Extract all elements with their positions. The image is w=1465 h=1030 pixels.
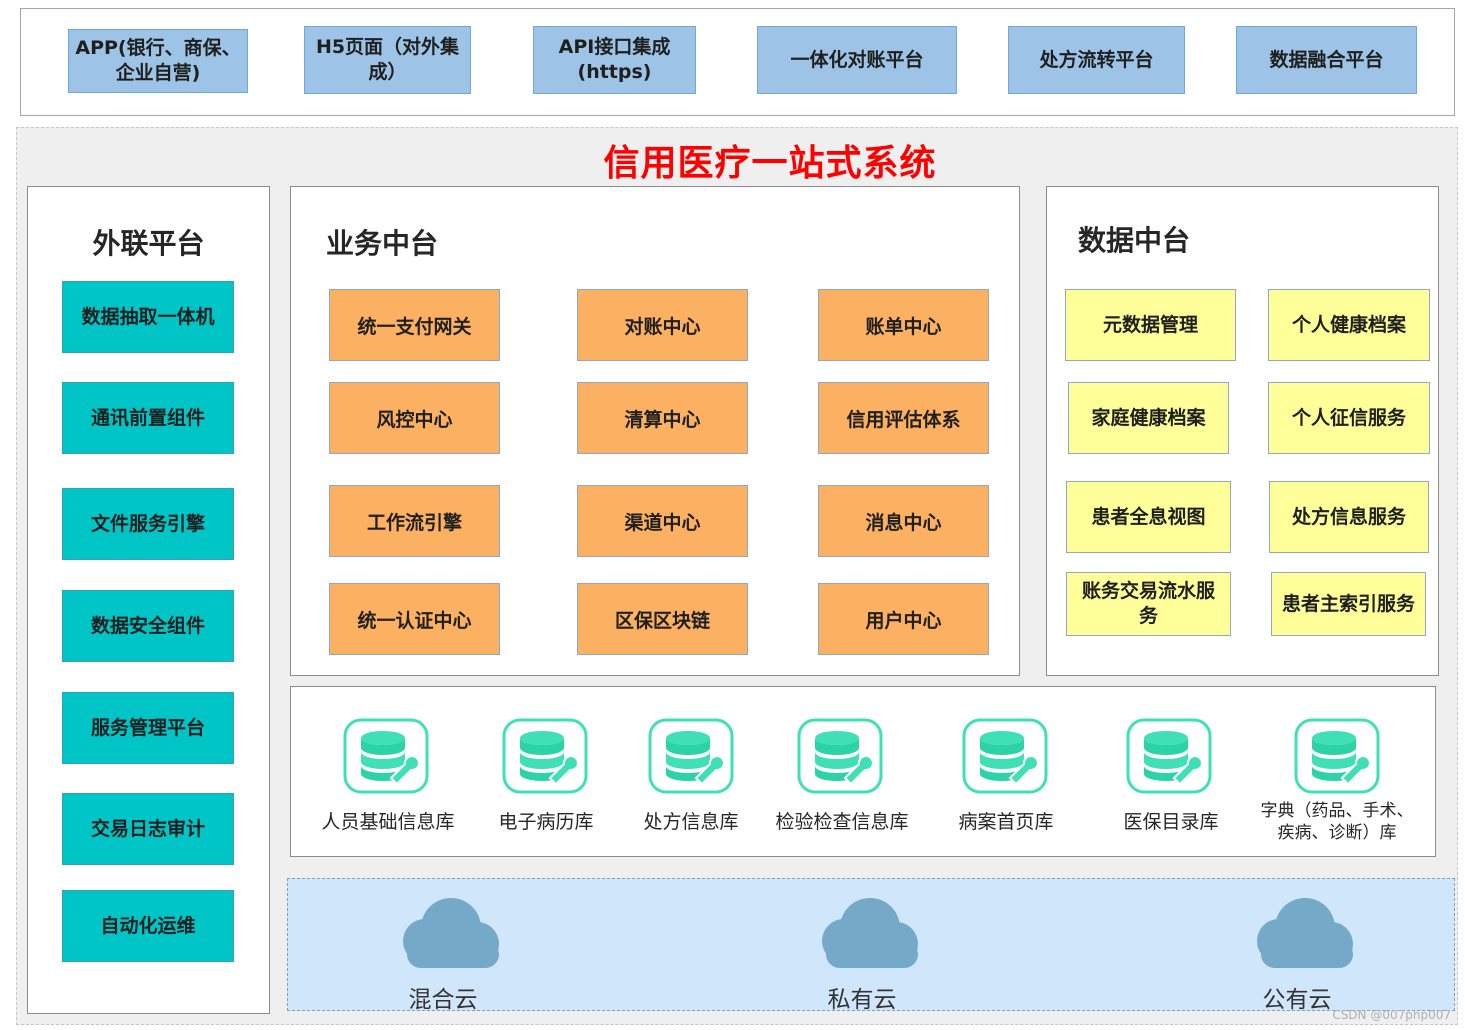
biz-item-clearing-center: 清算中心	[577, 382, 748, 454]
db-label-dictionary: 字典（药品、手术、疾病、诊断）库	[1260, 801, 1414, 843]
cloud-label-private: 私有云	[827, 987, 897, 1013]
database-icon	[1292, 716, 1382, 800]
biz-item-reconciliation-center: 对账中心	[577, 289, 748, 361]
cloud-icon	[385, 896, 501, 976]
ext-item-data-security: 数据安全组件	[62, 590, 234, 662]
cloud-icon	[1239, 896, 1355, 976]
watermark: CSDN @007php007	[1332, 1008, 1451, 1022]
data-item-personal-health-record: 个人健康档案	[1268, 289, 1430, 361]
database-icon	[1124, 716, 1214, 800]
data-item-patient-master-index: 患者主索引服务	[1271, 572, 1426, 636]
biz-item-risk-center: 风控中心	[329, 382, 500, 454]
business-middle-title: 业务中台	[326, 227, 439, 260]
data-middle-title: 数据中台	[1078, 224, 1191, 257]
ext-item-comm-frontend: 通讯前置组件	[62, 382, 234, 454]
db-label-lab-exam: 检验检查信息库	[775, 811, 909, 833]
channel-api: API接口集成(https)	[533, 26, 696, 94]
data-item-transaction-flow: 账务交易流水服务	[1066, 572, 1231, 636]
channel-prescription-platform: 处方流转平台	[1008, 26, 1185, 94]
biz-item-billing-center: 账单中心	[818, 289, 989, 361]
database-icon	[960, 716, 1050, 800]
biz-item-auth-center: 统一认证中心	[329, 583, 500, 655]
data-item-prescription-service: 处方信息服务	[1269, 481, 1429, 553]
channel-reconciliation-platform: 一体化对账平台	[757, 26, 957, 94]
channel-app: APP(银行、商保、企业自营)	[68, 29, 248, 93]
ext-item-auto-ops: 自动化运维	[62, 890, 234, 962]
data-item-metadata: 元数据管理	[1065, 289, 1236, 361]
cloud-label-hybrid: 混合云	[408, 987, 478, 1013]
biz-item-workflow-engine: 工作流引擎	[329, 485, 500, 557]
biz-item-blockchain: 区保区块链	[577, 583, 748, 655]
biz-item-message-center: 消息中心	[818, 485, 989, 557]
biz-item-credit-evaluation: 信用评估体系	[818, 382, 989, 454]
biz-item-user-center: 用户中心	[818, 583, 989, 655]
channel-h5: H5页面（对外集成）	[304, 26, 471, 94]
data-item-family-health-record: 家庭健康档案	[1068, 382, 1229, 454]
ext-item-transaction-audit: 交易日志审计	[62, 793, 234, 865]
db-label-emr: 电子病历库	[498, 811, 594, 833]
data-item-patient-holographic-view: 患者全息视图	[1066, 481, 1231, 553]
db-label-prescription: 处方信息库	[643, 811, 739, 833]
ext-item-service-management: 服务管理平台	[62, 692, 234, 764]
db-label-insurance-catalog: 医保目录库	[1123, 811, 1219, 833]
ext-item-file-service: 文件服务引擎	[62, 488, 234, 560]
external-platform-title: 外联平台	[92, 227, 205, 260]
database-icon	[646, 716, 736, 800]
biz-item-payment-gateway: 统一支付网关	[329, 289, 500, 361]
database-icon	[795, 716, 885, 800]
db-label-personnel: 人员基础信息库	[321, 811, 455, 833]
ext-item-data-extraction: 数据抽取一体机	[62, 281, 234, 353]
cloud-icon	[804, 896, 920, 976]
channel-data-fusion-platform: 数据融合平台	[1236, 26, 1417, 94]
biz-item-channel-center: 渠道中心	[577, 485, 748, 557]
database-icon	[500, 716, 590, 800]
db-label-medical-record-home: 病案首页库	[958, 811, 1054, 833]
system-title: 信用医疗一站式系统	[603, 143, 937, 184]
data-item-credit-service: 个人征信服务	[1268, 382, 1430, 454]
database-icon	[341, 716, 431, 800]
